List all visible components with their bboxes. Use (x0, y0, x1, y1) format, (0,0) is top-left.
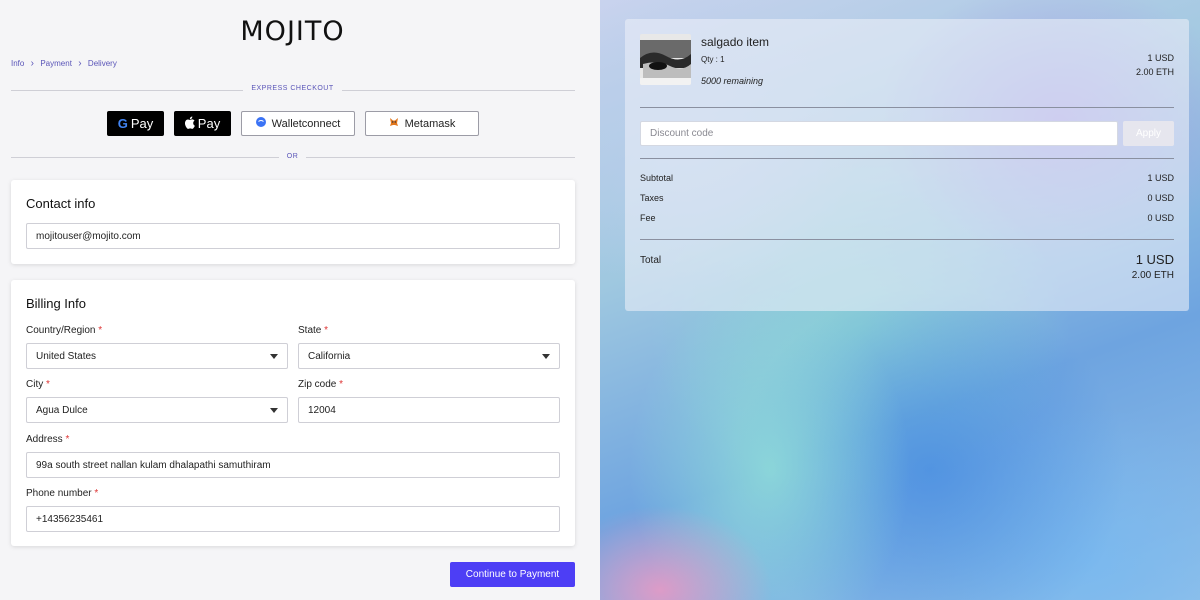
apple-icon (184, 116, 196, 132)
breadcrumb-delivery[interactable]: Delivery (88, 59, 117, 68)
caret-down-icon (542, 354, 550, 359)
zip-label: Zip code * (298, 379, 344, 390)
item-price-usd: 1 USD (1147, 53, 1174, 63)
checkout-form-panel: MOJITO Info › Payment › Delivery EXPRESS… (0, 0, 600, 600)
item-price-eth: 2.00 ETH (1135, 67, 1174, 77)
email-field[interactable]: mojitouser@mojito.com (26, 223, 560, 249)
state-label: State * (298, 325, 329, 336)
billing-info-title: Billing Info (26, 296, 86, 311)
address-field[interactable]: 99a south street nallan kulam dhalapathi… (26, 452, 560, 478)
caret-down-icon (270, 354, 278, 359)
fee-value: 0 USD (1147, 213, 1174, 223)
state-select[interactable]: California (298, 343, 560, 369)
express-checkout-label: EXPRESS CHECKOUT (0, 85, 585, 92)
zip-field[interactable]: 12004 (298, 397, 560, 423)
taxes-value: 0 USD (1147, 193, 1174, 203)
subtotal-value: 1 USD (1147, 173, 1174, 183)
discount-code-input[interactable]: Discount code (640, 121, 1118, 146)
breadcrumb-info[interactable]: Info (11, 59, 24, 68)
chevron-right-icon: › (78, 58, 82, 69)
country-select[interactable]: United States (26, 343, 288, 369)
google-g-icon: G (117, 116, 128, 131)
subtotal-label: Subtotal (640, 173, 674, 183)
apple-pay-button[interactable]: Pay (174, 111, 231, 136)
phone-label: Phone number * (26, 488, 99, 499)
contact-info-card: Contact info mojitouser@mojito.com (11, 180, 575, 264)
order-summary-card: salgado item Qty : 1 5000 remaining 1 US… (625, 19, 1189, 311)
taxes-label: Taxes (640, 193, 664, 203)
country-label: Country/Region * (26, 325, 103, 336)
item-name: salgado item (701, 35, 770, 49)
google-pay-button[interactable]: G Pay (107, 111, 164, 136)
metamask-fox-icon (389, 117, 399, 130)
chevron-right-icon: › (30, 58, 35, 69)
metamask-button[interactable]: Metamask (365, 111, 479, 136)
fee-label: Fee (640, 213, 656, 223)
contact-info-title: Contact info (26, 196, 96, 211)
divider (640, 107, 1174, 108)
apply-discount-button[interactable]: Apply (1123, 121, 1174, 146)
address-label: Address * (26, 434, 70, 445)
city-select[interactable]: Agua Dulce (26, 397, 288, 423)
walletconnect-button[interactable]: Walletconnect (241, 111, 355, 136)
divider (640, 158, 1174, 159)
billing-info-card: Billing Info Country/Region * United Sta… (11, 280, 575, 546)
item-remaining: 5000 remaining (701, 76, 764, 86)
continue-to-payment-button[interactable]: Continue to Payment (450, 562, 575, 587)
breadcrumb: Info › Payment › Delivery (11, 58, 117, 69)
total-eth: 2.00 ETH (1131, 270, 1174, 281)
total-label: Total (640, 255, 662, 266)
walletconnect-icon (255, 117, 266, 130)
or-label: OR (0, 153, 585, 160)
order-summary-panel: salgado item Qty : 1 5000 remaining 1 US… (600, 0, 1200, 600)
breadcrumb-payment[interactable]: Payment (40, 59, 72, 68)
item-qty: Qty : 1 (701, 55, 725, 64)
item-thumbnail (640, 34, 691, 85)
caret-down-icon (270, 408, 278, 413)
phone-field[interactable]: +14356235461 (26, 506, 560, 532)
city-label: City * (26, 379, 50, 390)
divider (640, 239, 1174, 240)
total-usd: 1 USD (1135, 252, 1174, 267)
mojito-logo: MOJITO (240, 16, 345, 47)
